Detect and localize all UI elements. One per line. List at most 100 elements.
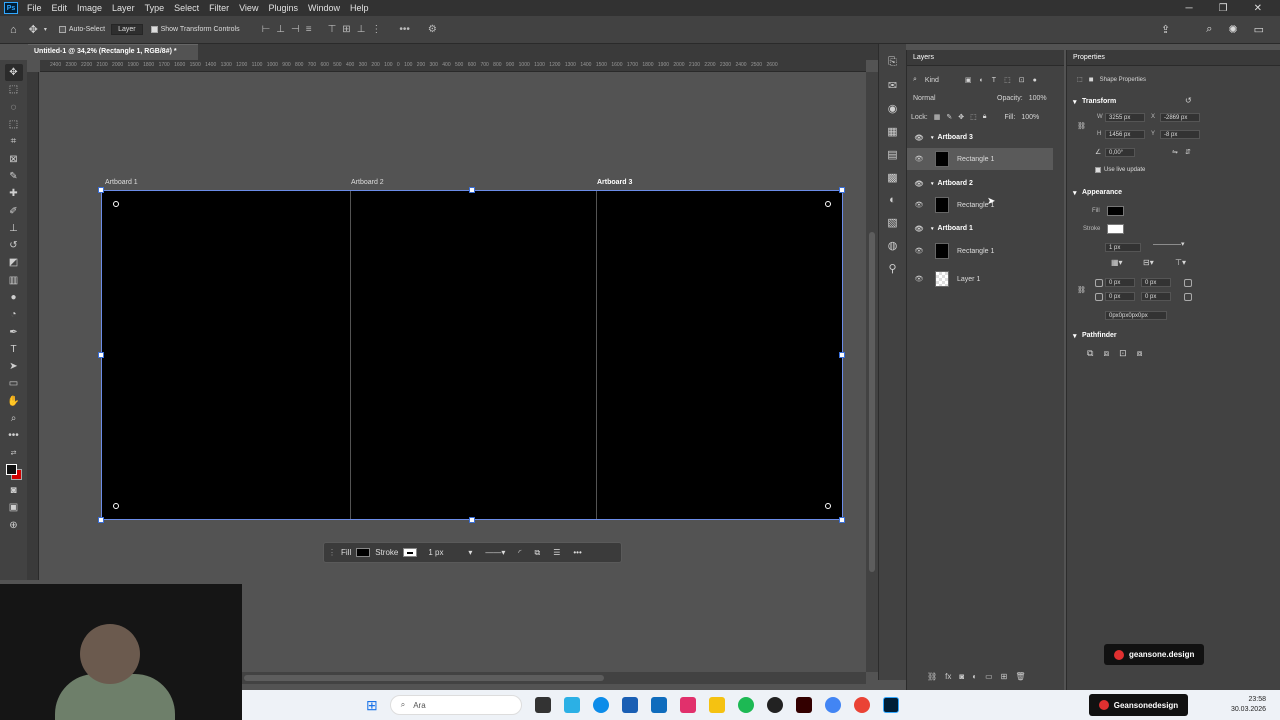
move-tool-preset-icon[interactable]: ✥ xyxy=(29,23,38,36)
visibility-eye-icon[interactable]: 👁︎ xyxy=(913,201,925,209)
channels-icon[interactable]: ◍ xyxy=(888,239,898,252)
path-selection-tool-icon[interactable]: ➤ xyxy=(5,358,23,375)
layer-name[interactable]: Rectangle 1 xyxy=(957,156,994,163)
transform-handle[interactable] xyxy=(98,517,104,523)
chevron-down-icon[interactable]: ▾ xyxy=(1073,332,1077,340)
screen-mode-icon[interactable]: ▣ xyxy=(5,499,23,516)
artboard-tool-icon[interactable]: ⬚ xyxy=(5,81,23,98)
scroll-thumb[interactable] xyxy=(244,675,604,681)
frame-tool-icon[interactable]: ⊠ xyxy=(5,150,23,167)
chevron-down-icon[interactable]: ▾ xyxy=(931,181,934,187)
y-field[interactable]: -8 px xyxy=(1160,130,1200,139)
auto-select-checkbox[interactable]: Auto-Select xyxy=(58,26,105,33)
color-swatches[interactable] xyxy=(4,462,24,482)
scroll-thumb[interactable] xyxy=(869,232,875,572)
menu-window[interactable]: Window xyxy=(303,3,345,13)
gradients-icon[interactable]: ▤ xyxy=(887,148,897,161)
layer-name[interactable]: Rectangle 1 xyxy=(957,248,994,255)
transform-section-title[interactable]: Transform xyxy=(1082,98,1116,105)
sharing-icon[interactable]: ⊕ xyxy=(5,516,23,533)
appearance-section-title[interactable]: Appearance xyxy=(1082,189,1122,196)
search-icon[interactable]: ⌕ xyxy=(1206,23,1212,36)
artboard-3-label[interactable]: Artboard 3 xyxy=(597,179,632,186)
corner-bl-field[interactable]: 0 px xyxy=(1105,292,1135,301)
visibility-eye-icon[interactable]: 👁︎ xyxy=(913,275,925,283)
show-transform-checkbox[interactable]: Show Transform Controls xyxy=(150,26,240,33)
layer-name[interactable]: Artboard 1 xyxy=(938,225,973,232)
fill-swatch[interactable] xyxy=(356,548,371,557)
stroke-cap-icon[interactable]: ⊟▾ xyxy=(1143,258,1154,267)
dodge-tool-icon[interactable]: ◔ xyxy=(5,306,23,323)
distribute-icon[interactable]: ≡ xyxy=(306,24,312,35)
chevron-down-icon[interactable]: ▾ xyxy=(931,226,934,232)
task-view-icon[interactable] xyxy=(534,697,551,713)
transform-handle[interactable] xyxy=(98,352,104,358)
stroke-style-dropdown[interactable]: ————▾ xyxy=(1153,240,1185,248)
lock-position-icon[interactable]: ✥ xyxy=(958,113,964,121)
fill-swatch[interactable] xyxy=(1107,206,1124,216)
transform-handle[interactable] xyxy=(469,187,475,193)
properties-tab[interactable]: Properties xyxy=(1073,54,1105,61)
eyedropper-tool-icon[interactable]: ✎ xyxy=(5,168,23,185)
menu-edit[interactable]: Edit xyxy=(47,3,73,13)
corner-radius-handle[interactable] xyxy=(113,503,119,509)
stroke-swatch[interactable] xyxy=(403,548,418,557)
layer-name[interactable]: Artboard 2 xyxy=(938,180,973,187)
align-bottom-icon[interactable]: ⊥ xyxy=(357,24,366,35)
drag-handle-icon[interactable]: ⋮ xyxy=(328,548,336,557)
filter-toggle-icon[interactable]: ● xyxy=(1033,77,1037,84)
chevron-down-icon[interactable]: ▾ xyxy=(44,26,47,33)
duplicate-icon[interactable]: ⧉ xyxy=(534,548,540,558)
brush-tool-icon[interactable]: ✐ xyxy=(5,202,23,219)
layer-row-artboard-2[interactable]: 👁︎ ▾ Artboard 2 xyxy=(907,178,1053,189)
x-field[interactable]: -2869 px xyxy=(1160,113,1200,122)
files-app-icon[interactable] xyxy=(563,697,580,713)
artboard-2-label[interactable]: Artboard 2 xyxy=(351,179,384,186)
add-mask-icon[interactable]: ◙ xyxy=(959,672,964,681)
corner-icon[interactable]: ◜ xyxy=(518,548,521,557)
layer-row-artboard-1[interactable]: 👁︎ ▾ Artboard 1 xyxy=(907,223,1053,234)
corner-radius-handle[interactable] xyxy=(825,503,831,509)
reset-icon[interactable]: ↺ xyxy=(1185,96,1192,105)
lasso-tool-icon[interactable]: ◌ xyxy=(5,99,23,116)
distribute-v-icon[interactable]: ⋮ xyxy=(371,24,381,35)
illustrator-icon[interactable] xyxy=(795,697,812,713)
menu-filter[interactable]: Filter xyxy=(204,3,234,13)
document-tab[interactable]: Untitled-1 @ 34,2% (Rectangle 1, RGB/8#)… xyxy=(28,44,198,60)
corner-tl-field[interactable]: 0 px xyxy=(1105,278,1135,287)
transform-handle[interactable] xyxy=(98,187,104,193)
height-field[interactable]: 1456 px xyxy=(1105,130,1145,139)
history-brush-tool-icon[interactable]: ↺ xyxy=(5,237,23,254)
adjust-icon[interactable]: ☰ xyxy=(553,548,560,557)
filter-pixel-icon[interactable]: ▣ xyxy=(965,76,972,84)
flip-horizontal-icon[interactable]: ⇋ xyxy=(1172,148,1178,156)
crop-tool-icon[interactable]: ⌗ xyxy=(5,133,23,150)
filter-adjustment-icon[interactable]: ◐ xyxy=(980,77,984,84)
visibility-eye-icon[interactable]: 👁︎ xyxy=(913,180,925,188)
foreground-color-swatch[interactable] xyxy=(5,463,17,475)
discover-icon[interactable]: ✺ xyxy=(1228,23,1237,36)
swap-colors-icon[interactable]: ⇄ xyxy=(5,445,23,462)
align-left-icon[interactable]: ⊢ xyxy=(262,24,271,35)
menu-plugins[interactable]: Plugins xyxy=(263,3,303,13)
visibility-eye-icon[interactable]: 👁︎ xyxy=(913,225,925,233)
chrome-icon[interactable] xyxy=(824,697,841,713)
corner-radius-handle[interactable] xyxy=(113,201,119,207)
patterns-icon[interactable]: ▩ xyxy=(887,171,897,184)
auto-select-target-dropdown[interactable]: Layer xyxy=(111,24,143,35)
delete-layer-icon[interactable]: 🗑︎ xyxy=(1015,672,1025,681)
visibility-eye-icon[interactable]: 👁︎ xyxy=(913,155,925,163)
menu-layer[interactable]: Layer xyxy=(107,3,140,13)
lock-transparent-icon[interactable]: ▦ xyxy=(934,113,941,121)
close-icon[interactable]: ✕ xyxy=(1254,3,1262,14)
blur-tool-icon[interactable]: ● xyxy=(5,289,23,306)
artboard-1-label[interactable]: Artboard 1 xyxy=(105,179,138,186)
checkbox-checked-icon[interactable] xyxy=(150,26,158,33)
layer-name[interactable]: Artboard 3 xyxy=(938,134,973,141)
paths-icon[interactable]: ⚲ xyxy=(888,262,896,275)
type-tool-icon[interactable]: T xyxy=(5,341,23,358)
fx-icon[interactable]: fx xyxy=(945,672,951,681)
lock-all-icon[interactable]: 🔒︎ xyxy=(983,113,987,121)
transform-handle[interactable] xyxy=(839,352,845,358)
layer-row-rectangle-1[interactable]: 👁︎ Rectangle 1 xyxy=(907,194,1053,216)
